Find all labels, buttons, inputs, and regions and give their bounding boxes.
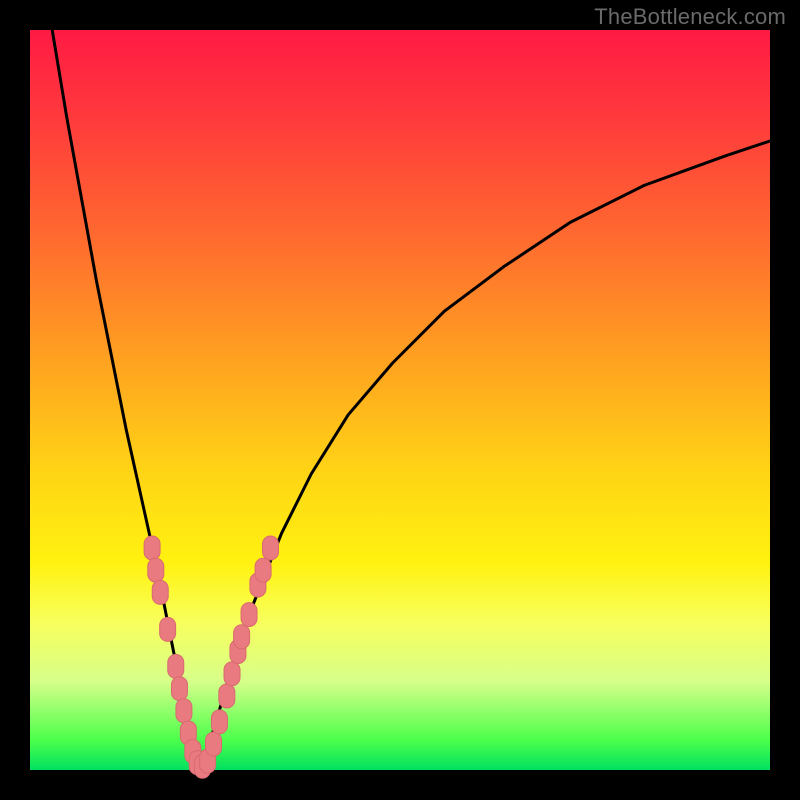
bottleneck-curve-path: [52, 30, 770, 770]
data-marker: [255, 558, 271, 582]
bottleneck-curve: [52, 30, 770, 770]
data-marker: [206, 732, 222, 756]
data-marker: [148, 558, 164, 582]
data-marker: [152, 580, 168, 604]
data-marker: [171, 677, 187, 701]
marker-cluster: [144, 536, 278, 778]
data-marker: [160, 617, 176, 641]
data-marker: [241, 603, 257, 627]
data-marker: [234, 625, 250, 649]
chart-frame: TheBottleneck.com: [0, 0, 800, 800]
watermark-text: TheBottleneck.com: [594, 4, 786, 30]
data-marker: [211, 710, 227, 734]
data-marker: [219, 684, 235, 708]
chart-overlay: [30, 30, 770, 770]
data-marker: [176, 699, 192, 723]
data-marker: [224, 662, 240, 686]
data-marker: [168, 654, 184, 678]
data-marker: [263, 536, 279, 560]
data-marker: [144, 536, 160, 560]
